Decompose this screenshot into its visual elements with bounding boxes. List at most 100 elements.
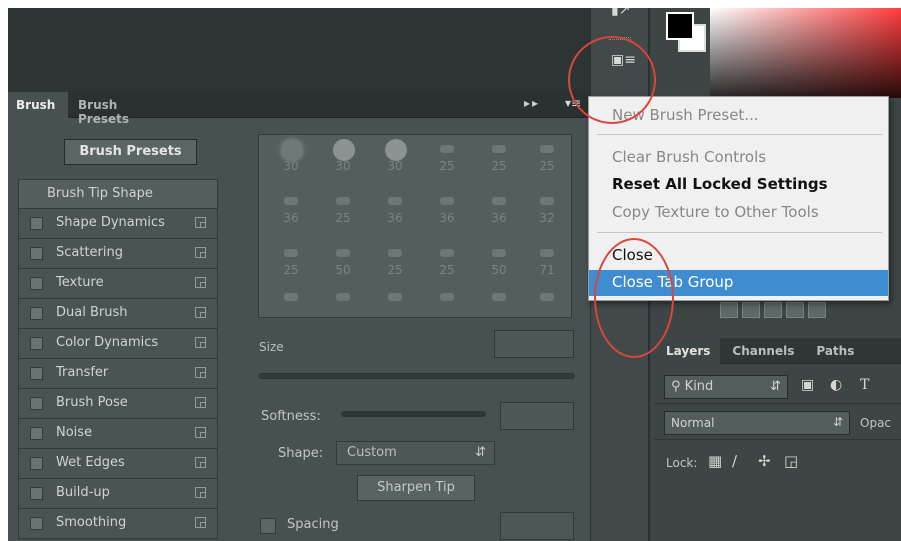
lock-transparent-icon[interactable]: ▦	[708, 452, 722, 470]
lock-icon[interactable]: ◲	[194, 364, 207, 380]
kind-filter-select[interactable]: ⚲ Kind ⇵	[664, 375, 788, 399]
lock-icon[interactable]: ◲	[194, 394, 207, 410]
brush-tip[interactable]	[317, 289, 369, 317]
softness-slider[interactable]	[341, 411, 486, 417]
checkbox[interactable]	[30, 337, 43, 350]
menu-item-copy-texture[interactable]: Copy Texture to Other Tools	[589, 200, 888, 226]
list-item[interactable]: Smoothing ◲	[18, 509, 218, 539]
brush-tip[interactable]: 25	[317, 193, 369, 231]
brush-tip[interactable]: 25	[473, 141, 525, 179]
lock-move-icon[interactable]: ✢	[758, 452, 771, 470]
brush-tip[interactable]	[265, 289, 317, 317]
brush-tip[interactable]: 36	[421, 193, 473, 231]
list-item-label: Texture	[56, 275, 104, 290]
brush-tip[interactable]: 36	[265, 193, 317, 231]
checkbox[interactable]	[30, 277, 43, 290]
list-item[interactable]: Texture ◲	[18, 269, 218, 299]
grip-icon[interactable]	[609, 37, 631, 40]
brush-tip[interactable]: 50	[317, 245, 369, 283]
tab-channels[interactable]: Channels	[720, 338, 804, 358]
brush-tip[interactable]: 25	[521, 141, 571, 179]
brush-tip-shape-item[interactable]: Brush Tip Shape	[18, 179, 218, 209]
color-picker-gradient[interactable]	[710, 8, 901, 98]
brush-tip[interactable]: 30	[369, 139, 421, 179]
brush-tip[interactable]	[421, 289, 473, 317]
list-item[interactable]: Brush Pose ◲	[18, 389, 218, 419]
menu-item-clear-brush-controls[interactable]: Clear Brush Controls	[589, 145, 888, 171]
brush-presets-button[interactable]: Brush Presets	[64, 139, 197, 165]
brush-tip[interactable]: 30	[317, 139, 369, 179]
lock-icon[interactable]: ◲	[194, 334, 207, 350]
lock-all-icon[interactable]: ◲	[784, 452, 798, 470]
brush-tip[interactable]: 36	[369, 193, 421, 231]
lock-icon[interactable]: ◲	[194, 274, 207, 290]
type-filter-icon[interactable]: T	[860, 377, 869, 393]
spacing-field[interactable]	[500, 512, 574, 540]
lock-icon[interactable]: ◲	[194, 424, 207, 440]
checkbox[interactable]	[30, 247, 43, 260]
list-item[interactable]: Shape Dynamics ◲	[18, 209, 218, 239]
brush-tip[interactable]: 25	[369, 245, 421, 283]
brush-tip[interactable]: 25	[421, 141, 473, 179]
checkbox[interactable]	[30, 487, 43, 500]
menu-item-close[interactable]: Close	[589, 243, 888, 269]
list-item[interactable]: Build-up ◲	[18, 479, 218, 509]
softness-field[interactable]	[500, 402, 574, 430]
brush-tip[interactable]	[473, 289, 525, 317]
adjustment-icon[interactable]	[720, 302, 738, 318]
brush-tip[interactable]: 30	[265, 139, 317, 179]
checkbox[interactable]	[30, 427, 43, 440]
menu-item-reset-locked-settings[interactable]: Reset All Locked Settings	[589, 172, 888, 198]
menu-item-close-tab-group[interactable]: Close Tab Group	[589, 270, 888, 296]
checkbox[interactable]	[30, 217, 43, 230]
list-item[interactable]: Wet Edges ◲	[18, 449, 218, 479]
brush-tip[interactable]: 25	[265, 245, 317, 283]
lock-icon[interactable]: ◲	[194, 484, 207, 500]
brush-tip[interactable]: 32	[521, 193, 571, 231]
adjustment-icon[interactable]	[808, 302, 826, 318]
pixel-filter-icon[interactable]: ▣	[801, 377, 814, 393]
brush-tip[interactable]: 71	[521, 245, 571, 283]
checkbox[interactable]	[30, 457, 43, 470]
panel-menu-icon[interactable]: ▾≡	[561, 96, 585, 114]
sharpen-tip-button[interactable]: Sharpen Tip	[357, 475, 475, 501]
adjustment-filter-icon[interactable]: ◐	[830, 377, 842, 393]
adjustment-icon[interactable]	[742, 302, 760, 318]
size-field[interactable]	[494, 330, 574, 358]
lock-icon[interactable]: ◲	[194, 304, 207, 320]
collapse-panel-icon[interactable]: ▸▸	[524, 96, 540, 110]
adjustment-icon[interactable]	[786, 302, 804, 318]
brush-tip[interactable]	[521, 289, 571, 317]
tab-brush[interactable]: Brush	[8, 92, 68, 118]
menu-item-new-brush-preset[interactable]: New Brush Preset...	[589, 103, 888, 129]
brush-tip[interactable]	[369, 289, 421, 317]
lock-brush-icon[interactable]: ∕	[732, 452, 737, 470]
list-item[interactable]: Noise ◲	[18, 419, 218, 449]
lock-icon[interactable]: ◲	[194, 454, 207, 470]
lock-icon[interactable]: ◲	[194, 214, 207, 230]
foreground-color-swatch[interactable]	[666, 12, 694, 40]
checkbox[interactable]	[30, 397, 43, 410]
checkbox[interactable]	[30, 367, 43, 380]
list-item[interactable]: Transfer ◲	[18, 359, 218, 389]
adjustment-icon[interactable]	[764, 302, 782, 318]
checkbox[interactable]	[30, 307, 43, 320]
list-item[interactable]: Dual Brush ◲	[18, 299, 218, 329]
list-item[interactable]: Color Dynamics ◲	[18, 329, 218, 359]
brush-panel-icon[interactable]: ▣≡	[611, 52, 636, 68]
tab-brush-presets[interactable]: Brush Presets	[70, 92, 180, 126]
checkbox[interactable]	[30, 517, 43, 530]
blend-mode-select[interactable]: Normal ⇵	[664, 411, 850, 435]
list-item[interactable]: Scattering ◲	[18, 239, 218, 269]
lock-icon[interactable]: ◲	[194, 514, 207, 530]
shape-select[interactable]: Custom ⇵	[336, 441, 495, 465]
expand-icon[interactable]: ▮↗	[611, 8, 630, 18]
lock-icon[interactable]: ◲	[194, 244, 207, 260]
tab-paths[interactable]: Paths	[804, 338, 864, 358]
brush-tip[interactable]: 50	[473, 245, 525, 283]
size-slider[interactable]	[259, 373, 575, 379]
brush-tip[interactable]: 25	[421, 245, 473, 283]
brush-tip[interactable]: 36	[473, 193, 525, 231]
tab-layers[interactable]: Layers	[654, 338, 721, 364]
spacing-checkbox[interactable]	[260, 518, 276, 534]
